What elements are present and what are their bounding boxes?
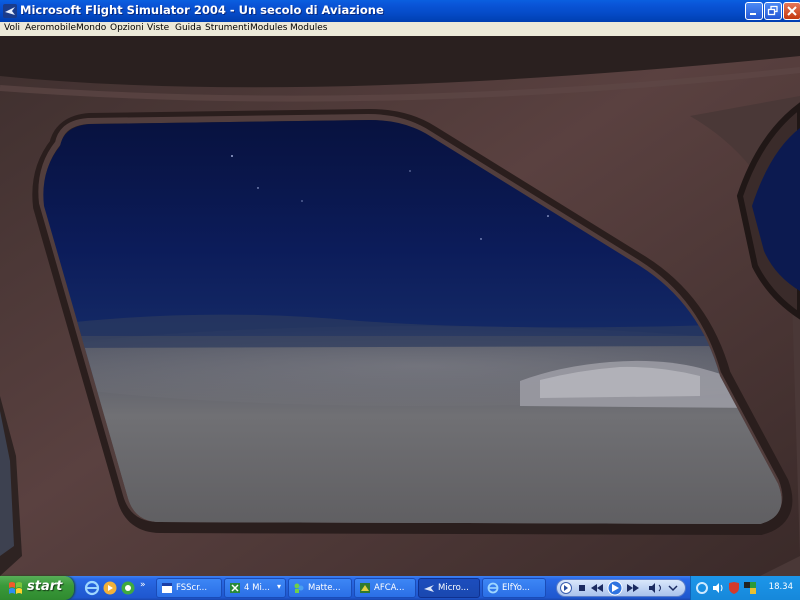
task-flight-simulator[interactable]: Micro... xyxy=(418,578,480,598)
cockpit-scene xyxy=(0,36,800,576)
ie-tray-icon[interactable] xyxy=(695,581,709,595)
shield-icon[interactable] xyxy=(727,581,741,595)
media-mini-player[interactable] xyxy=(556,579,686,597)
title-bar[interactable]: Microsoft Flight Simulator 2004 - Un sec… xyxy=(0,0,800,22)
plane-icon xyxy=(424,585,434,592)
volume-icon[interactable] xyxy=(711,581,725,595)
group-dropdown-icon: ▾ xyxy=(276,582,281,591)
menu-guida[interactable]: Guida xyxy=(175,23,201,33)
network-icon[interactable] xyxy=(743,581,757,595)
excel-icon xyxy=(230,583,240,593)
start-button[interactable]: start xyxy=(0,576,74,600)
maximize-button[interactable] xyxy=(764,2,782,20)
menu-opzioni[interactable]: Opzioni xyxy=(110,23,144,33)
start-label: start xyxy=(27,579,63,594)
minimize-button[interactable] xyxy=(745,2,763,20)
app-icon xyxy=(360,583,370,593)
task-browser[interactable]: ElfYo... xyxy=(482,578,546,598)
restore-icon xyxy=(767,5,778,16)
menu-mondo[interactable]: Mondo xyxy=(76,23,106,33)
menu-voli[interactable]: Voli xyxy=(4,23,20,33)
task-fsscr[interactable]: FSScr... xyxy=(156,578,222,598)
close-button[interactable] xyxy=(783,2,800,20)
ie-icon xyxy=(487,582,499,594)
media-controls xyxy=(560,580,678,596)
window-title: Microsoft Flight Simulator 2004 - Un sec… xyxy=(20,3,384,17)
task-messenger[interactable]: Matte... xyxy=(288,578,352,598)
menu-modules[interactable]: Modules xyxy=(250,23,287,33)
minimize-icon xyxy=(750,13,756,15)
clock[interactable]: 18.34 xyxy=(769,582,793,592)
task-label: Matte... xyxy=(308,583,341,593)
menu-strumenti[interactable]: Strumenti xyxy=(205,23,250,33)
taskbar: start » FSScr... 4 Mi... ▾ Matte... AFCA… xyxy=(0,576,800,600)
windows-logo-icon xyxy=(9,582,22,594)
task-label: 4 Mi... xyxy=(244,583,270,593)
window-icon xyxy=(162,583,172,593)
system-tray: 18.34 xyxy=(690,576,800,600)
media-player-icon[interactable] xyxy=(102,580,118,596)
menu-aeromobile[interactable]: Aeromobile xyxy=(25,23,76,33)
close-icon xyxy=(787,6,797,16)
task-label: AFCA... xyxy=(374,583,405,593)
quick-launch-more-icon[interactable]: » xyxy=(140,580,146,590)
task-excel[interactable]: 4 Mi... ▾ xyxy=(224,578,286,598)
menu-bar: Voli Aeromobile Mondo Opzioni Viste Guid… xyxy=(0,22,800,37)
outlook-icon[interactable] xyxy=(120,580,136,596)
messenger-icon xyxy=(294,583,304,593)
simulator-viewport[interactable] xyxy=(0,36,800,576)
menu-viste[interactable]: Viste xyxy=(147,23,169,33)
internet-explorer-icon[interactable] xyxy=(84,580,100,596)
task-label: ElfYo... xyxy=(502,583,530,593)
flight-simulator-icon xyxy=(3,4,17,18)
task-afca[interactable]: AFCA... xyxy=(354,578,416,598)
task-label: FSScr... xyxy=(176,583,208,593)
menu-modules-2[interactable]: Modules xyxy=(290,23,327,33)
task-label: Micro... xyxy=(438,583,469,593)
